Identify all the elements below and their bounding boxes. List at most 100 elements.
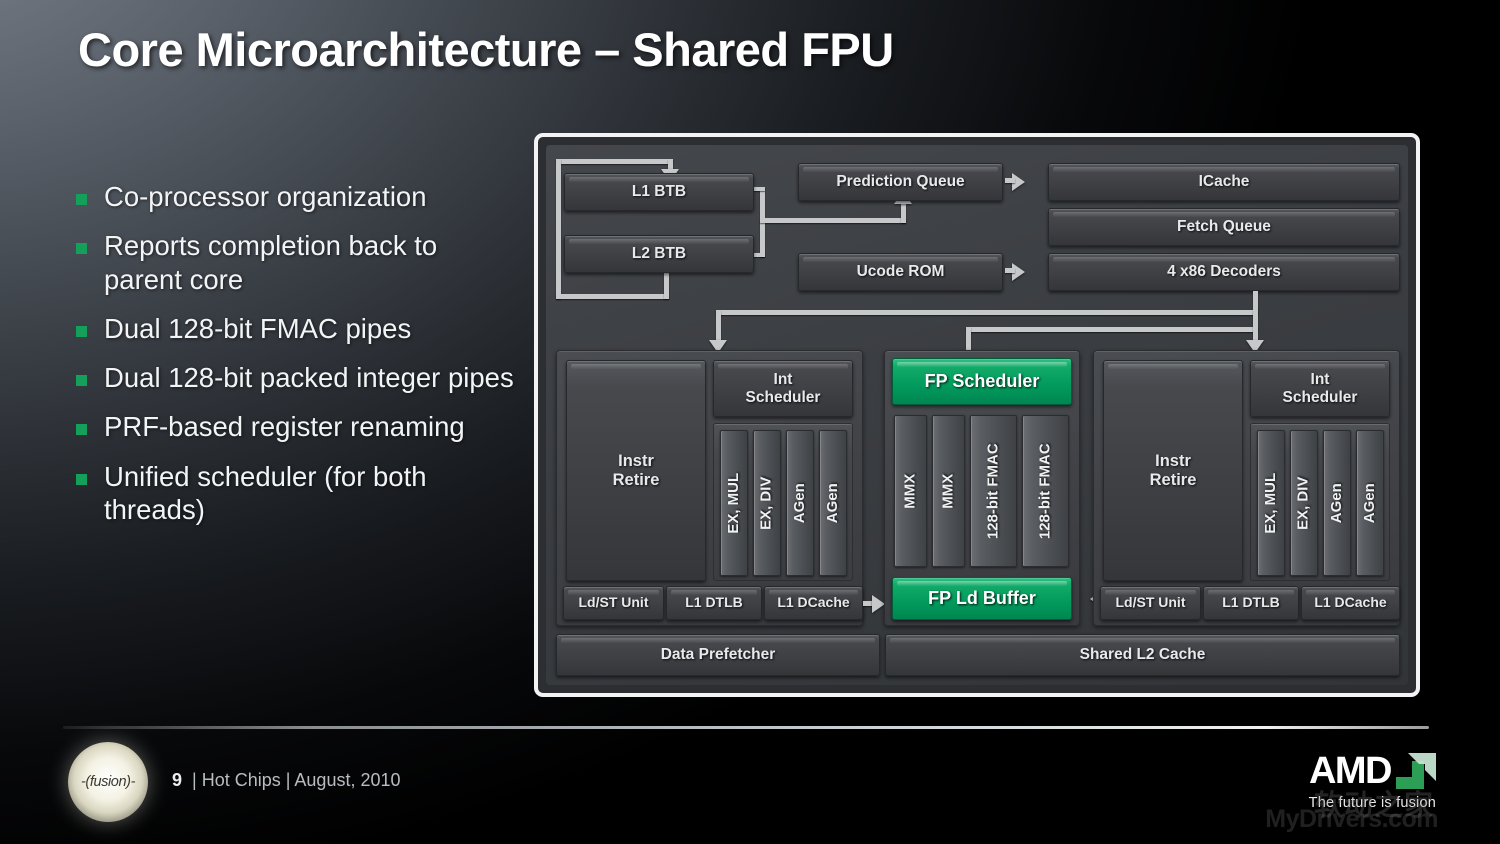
bullet-text: Dual 128-bit FMAC pipes (104, 312, 412, 344)
block-label: Prediction Queue (836, 173, 965, 191)
pipe-label: AGen (1360, 482, 1378, 524)
block-label: Int Scheduler (1282, 371, 1358, 406)
bullet-text: Co-processor organization (104, 181, 427, 212)
block-l1-dcache-right[interactable]: L1 DCache (1301, 586, 1400, 620)
block-icache[interactable]: ICache (1048, 163, 1400, 201)
footer-rest: | Hot Chips | August, 2010 (182, 770, 401, 790)
block-prediction-queue[interactable]: Prediction Queue (798, 163, 1003, 201)
bullet-marker-icon (76, 424, 87, 436)
block-label: L1 DTLB (685, 594, 743, 611)
block-l1-btb[interactable]: L1 BTB (564, 173, 754, 211)
block-label: 4 x86 Decoders (1167, 263, 1281, 281)
block-ucode-rom[interactable]: Ucode ROM (798, 253, 1003, 291)
btb-loop-wire-left (556, 159, 561, 299)
block-label: FP Ld Buffer (928, 588, 1036, 609)
block-ldst-unit-right[interactable]: Ld/ST Unit (1100, 586, 1201, 620)
amd-logo: AMD The future is fusion (1309, 752, 1436, 811)
int-pipes-panel-right: EX, MUL EX, DIV AGen AGen (1250, 423, 1390, 581)
dispatch-branch-left (716, 310, 721, 344)
block-fetch-queue[interactable]: Fetch Queue (1048, 208, 1400, 246)
list-item: Co-processor organization (76, 180, 516, 213)
btb-loop-wire-bottom (556, 294, 669, 299)
amd-tagline: The future is fusion (1308, 795, 1436, 811)
block-label: L2 BTB (631, 245, 687, 263)
pipe-label: 128-bit FMAC (1036, 443, 1054, 539)
pipe-agen-2-right[interactable]: AGen (1356, 430, 1384, 576)
amd-logo-row: AMD (1309, 752, 1436, 790)
list-item: Unified scheduler (for both threads) (76, 460, 516, 527)
block-instr-retire-left[interactable]: Instr Retire (566, 360, 706, 581)
pipe-label: MMX (939, 473, 957, 509)
block-l2-btb[interactable]: L2 BTB (564, 235, 754, 273)
block-label: Fetch Queue (1177, 218, 1271, 236)
ucode-rom-to-decoders-wire (1005, 268, 1015, 273)
slide-canvas: Core Microarchitecture – Shared FPU Co-p… (0, 0, 1500, 844)
pipe-mmx-2[interactable]: MMX (932, 415, 965, 567)
pipe-label: EX, DIV (1294, 476, 1312, 530)
block-int-scheduler-right[interactable]: Int Scheduler (1250, 360, 1390, 417)
pipe-label: EX, MUL (1261, 472, 1279, 534)
pipe-ex-mul-right[interactable]: EX, MUL (1257, 430, 1285, 576)
block-data-prefetcher[interactable]: Data Prefetcher (556, 634, 880, 676)
block-instr-retire-right[interactable]: Instr Retire (1103, 360, 1243, 581)
bullet-list: Co-processor organization Reports comple… (76, 180, 516, 542)
prediction-queue-riser-wire (901, 202, 906, 223)
fusion-logo-icon: -(fusion)- (68, 742, 148, 822)
block-label: Instr Retire (612, 452, 660, 489)
block-label: Instr Retire (1149, 452, 1197, 489)
int-pipes-panel-left: EX, MUL EX, DIV AGen AGen (713, 423, 853, 581)
bullet-marker-icon (76, 473, 87, 485)
block-label: Data Prefetcher (660, 646, 776, 664)
amd-arrow-icon (1396, 753, 1436, 789)
block-shared-l2-cache[interactable]: Shared L2 Cache (885, 634, 1400, 676)
block-decoders[interactable]: 4 x86 Decoders (1048, 253, 1400, 291)
bullet-text: PRF-based register renaming (104, 411, 465, 443)
block-label: Shared L2 Cache (1079, 646, 1206, 664)
pipe-agen-1-right[interactable]: AGen (1323, 430, 1351, 576)
pipe-agen-2-left[interactable]: AGen (819, 430, 847, 576)
block-l1-dcache-left[interactable]: L1 DCache (764, 586, 863, 620)
pipe-label: AGen (1327, 482, 1345, 524)
pipe-label: AGen (790, 482, 808, 524)
pipe-fmac-1[interactable]: 128-bit FMAC (970, 415, 1017, 567)
pipe-agen-1-left[interactable]: AGen (786, 430, 814, 576)
block-label: Ucode ROM (856, 263, 945, 281)
bullet-marker-icon (76, 375, 87, 387)
block-label: Int Scheduler (745, 371, 821, 406)
pipe-ex-mul-left[interactable]: EX, MUL (720, 430, 748, 576)
block-label: Ld/ST Unit (1115, 594, 1186, 611)
pipe-ex-div-left[interactable]: EX, DIV (753, 430, 781, 576)
block-l1-dtlb-right[interactable]: L1 DTLB (1203, 586, 1299, 620)
prediction-queue-to-icache-wire (1005, 178, 1015, 183)
block-label: L1 BTB (631, 183, 687, 201)
block-label: L1 DCache (1314, 594, 1387, 611)
list-item: PRF-based register renaming (76, 410, 516, 443)
block-ldst-unit-left[interactable]: Ld/ST Unit (563, 586, 664, 620)
slide-number: 9 (172, 770, 183, 790)
pipe-label: 128-bit FMAC (984, 443, 1002, 539)
bullet-marker-icon (76, 194, 87, 205)
pipe-ex-div-right[interactable]: EX, DIV (1290, 430, 1318, 576)
block-l1-dtlb-left[interactable]: L1 DTLB (666, 586, 762, 620)
pipe-label: EX, MUL (724, 472, 742, 534)
diagram-inner-panel: L1 BTB L2 BTB Prediction Queue Ucode ROM… (546, 145, 1408, 685)
block-fp-ld-buffer[interactable]: FP Ld Buffer (892, 577, 1072, 620)
footer-info: 9 | Hot Chips | August, 2010 (172, 770, 401, 791)
pipe-fmac-2[interactable]: 128-bit FMAC (1022, 415, 1069, 567)
bullet-text: Unified scheduler (for both threads) (104, 460, 427, 525)
block-label: L1 DCache (777, 594, 850, 611)
block-int-scheduler-left[interactable]: Int Scheduler (713, 360, 853, 417)
page-title: Core Microarchitecture – Shared FPU (78, 23, 894, 76)
list-item: Reports completion back to parent core (76, 229, 516, 296)
footer-divider (63, 726, 1429, 729)
btb-to-prediction-queue-wire (760, 218, 906, 223)
pipe-label: EX, DIV (757, 476, 775, 530)
bullet-marker-icon (76, 243, 87, 255)
block-fp-scheduler[interactable]: FP Scheduler (892, 358, 1072, 405)
list-item: Dual 128-bit packed integer pipes (76, 361, 516, 394)
dispatch-branch-right (1253, 310, 1258, 344)
block-label: Ld/ST Unit (578, 594, 649, 611)
pipe-mmx-1[interactable]: MMX (894, 415, 927, 567)
block-label: L1 DTLB (1222, 594, 1280, 611)
amd-arrow-svg (1396, 753, 1436, 789)
